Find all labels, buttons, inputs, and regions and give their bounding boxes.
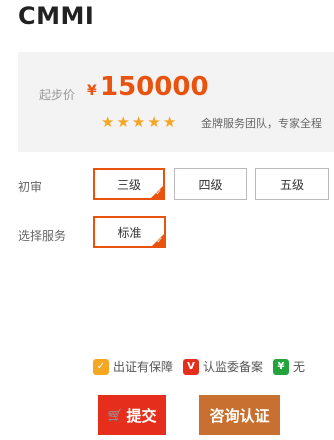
shield-icon: ✓	[93, 358, 109, 375]
service-type-label: 选择服务	[18, 229, 67, 243]
currency-symbol: ¥	[87, 83, 97, 99]
guarantee-item: V 认监委备案	[183, 358, 263, 375]
guarantee-item: ¥ 无	[273, 358, 305, 375]
starting-price-label: 起步价	[39, 88, 76, 102]
price-panel: 起步价 ¥ 150000 ★ ★ ★ ★ ★ 金牌服务团队，专家全程	[18, 52, 334, 152]
audit-level-label: 初审	[18, 180, 43, 194]
cart-icon: 🛒	[107, 408, 123, 422]
guarantee-item: ✓ 出证有保障	[93, 358, 173, 375]
consult-button[interactable]: 咨询认证	[199, 395, 280, 435]
submit-button[interactable]: 🛒 提交	[98, 395, 166, 435]
guarantee-list: ✓ 出证有保障 V 认监委备案 ¥ 无	[93, 358, 305, 375]
star-icon: ★	[101, 113, 115, 131]
product-title: CMMI	[18, 2, 95, 30]
rating-stars: ★ ★ ★ ★ ★	[101, 114, 176, 130]
star-icon: ★	[131, 113, 146, 131]
option-level-5[interactable]: 五级	[255, 168, 329, 200]
v-badge-icon: V	[183, 358, 200, 375]
price-amount: 150000	[100, 72, 209, 102]
option-level-4[interactable]: 四级	[174, 168, 247, 200]
option-standard[interactable]: 标准 ✓	[93, 216, 166, 248]
check-icon: ✓	[156, 236, 163, 245]
star-icon: ★	[147, 113, 161, 131]
check-icon: ✓	[155, 188, 162, 197]
star-icon: ★	[116, 113, 130, 131]
option-level-3[interactable]: 三级 ✓	[93, 168, 165, 200]
star-icon: ★	[162, 113, 177, 131]
service-description: 金牌服务团队，专家全程	[201, 117, 322, 130]
leaf-icon: ¥	[273, 358, 290, 375]
